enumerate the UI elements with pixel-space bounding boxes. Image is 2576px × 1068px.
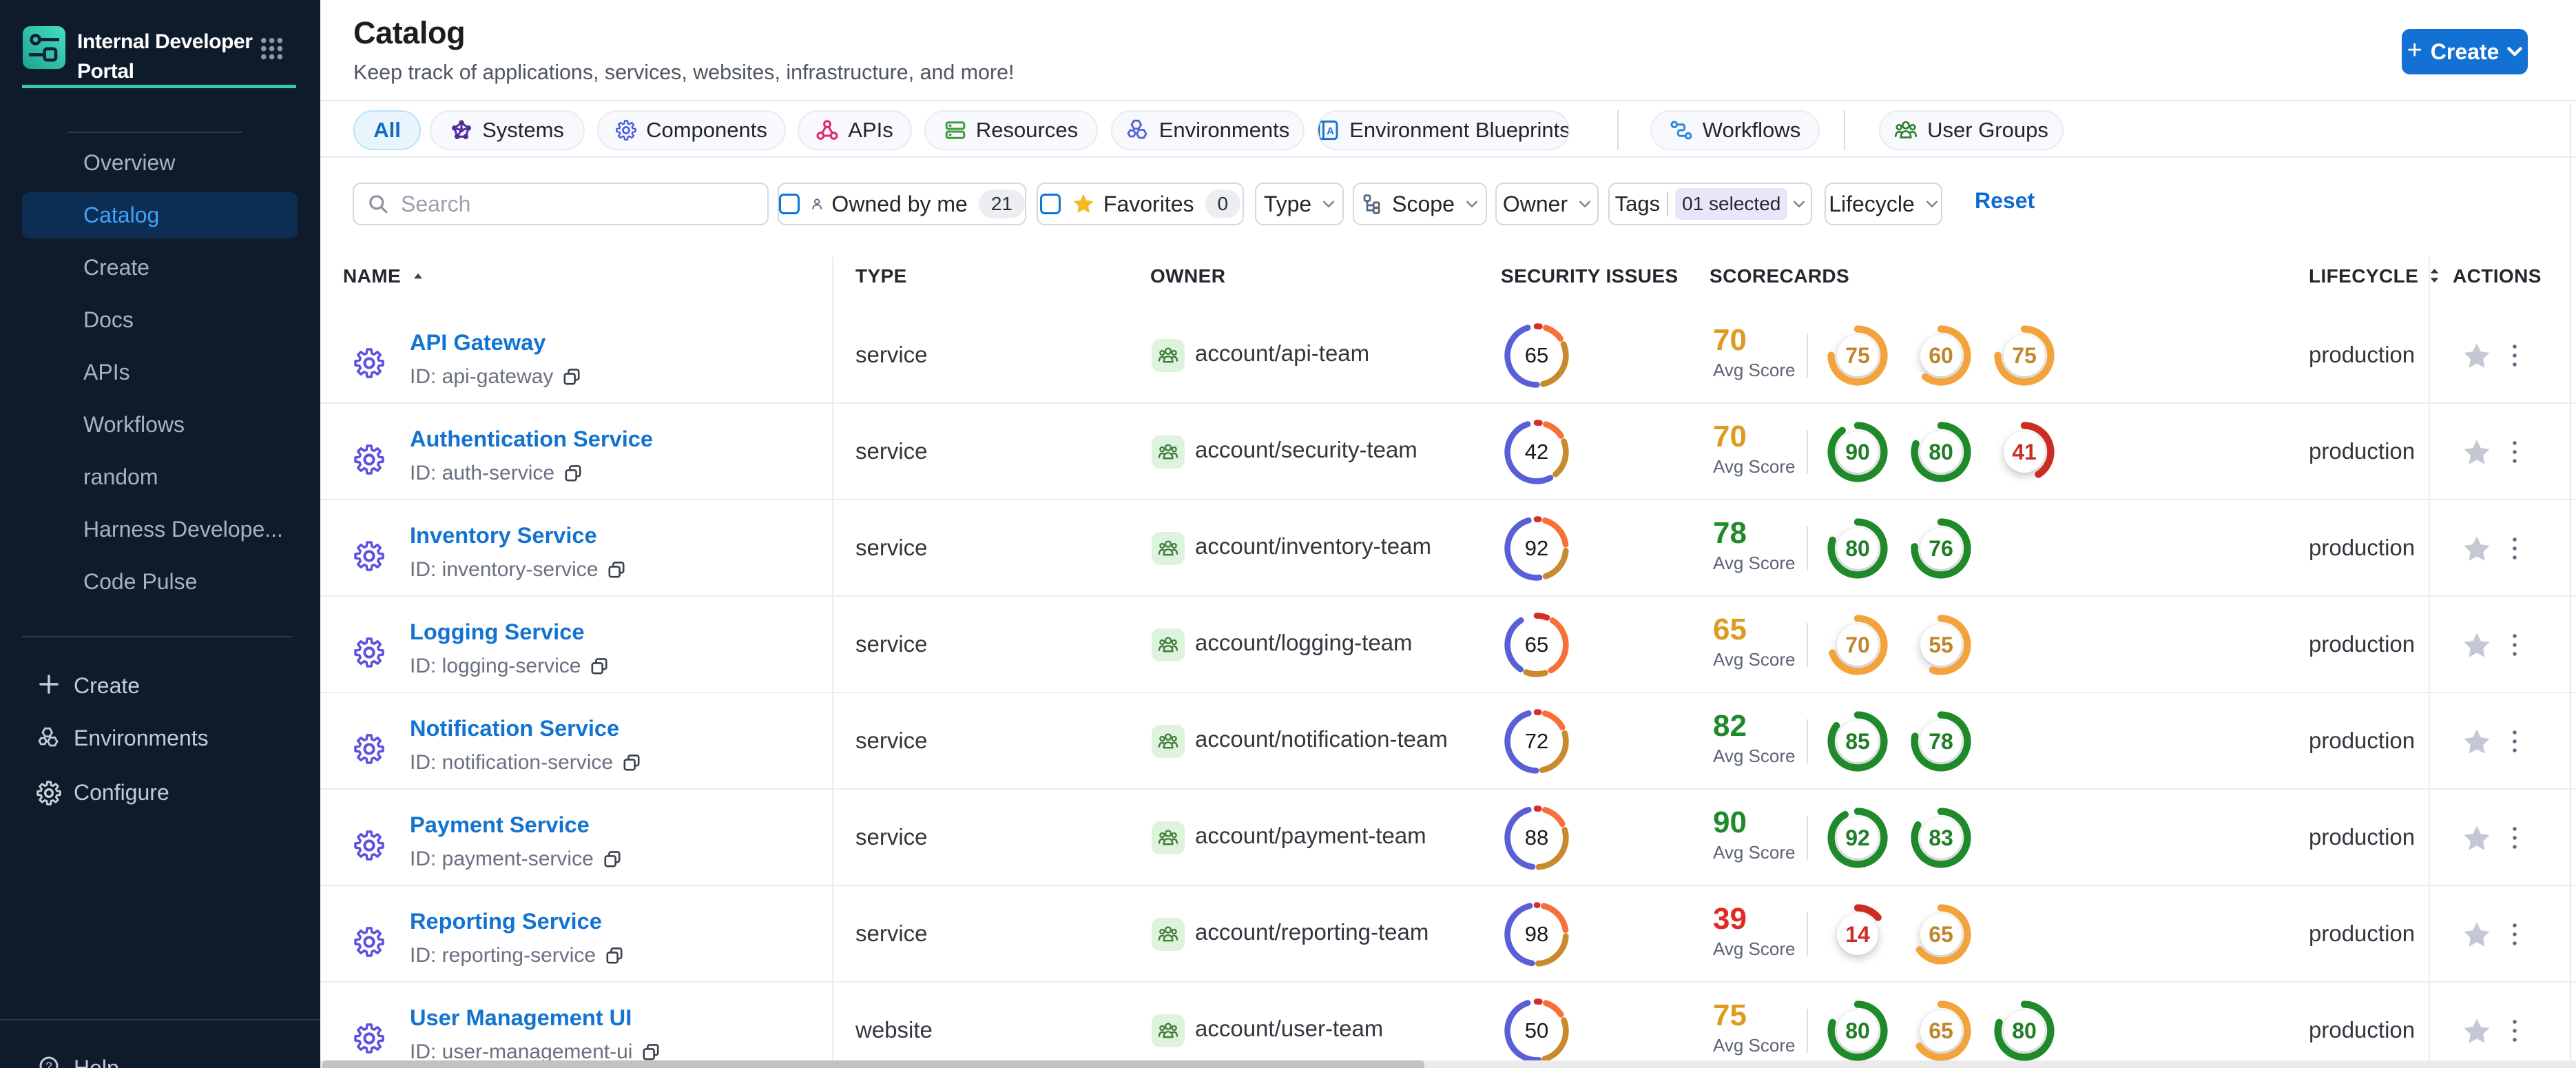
svg-text:?: ? <box>45 1060 52 1068</box>
svg-text:A: A <box>1327 125 1334 137</box>
